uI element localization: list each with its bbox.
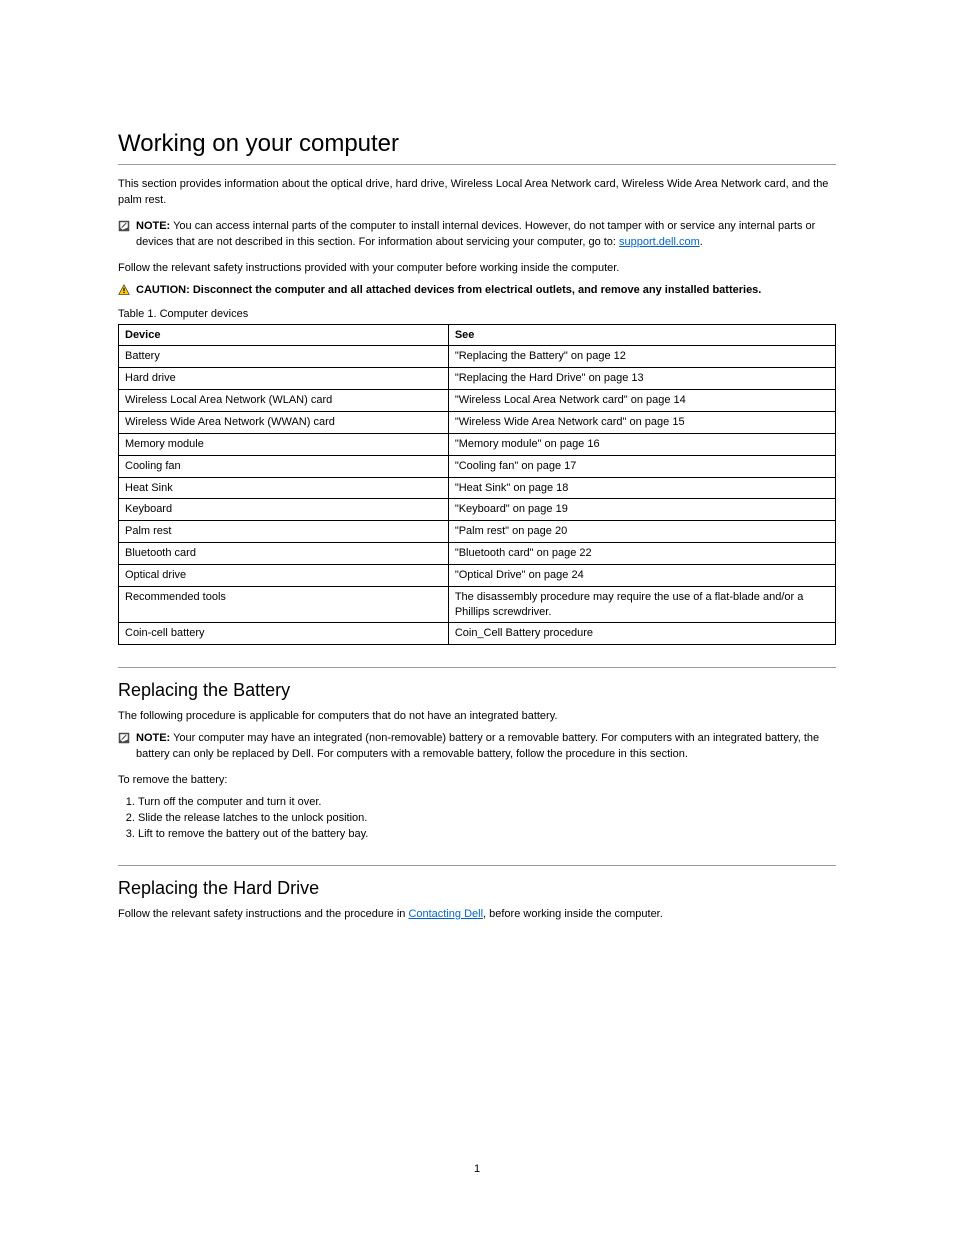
remove-battery-lead: To remove the battery: (118, 773, 836, 789)
table-caption: Table 1. Computer devices (118, 308, 836, 320)
divider (118, 865, 836, 866)
table-row: Optical drive"Optical Drive" on page 24 (119, 564, 836, 586)
battery-steps: Turn off the computer and turn it over. … (118, 795, 836, 843)
contacting-dell-link[interactable]: Contacting Dell (408, 908, 483, 920)
table-row: Coin-cell batteryCoin_Cell Battery proce… (119, 623, 836, 645)
note-body-before: You can access internal parts of the com… (136, 220, 815, 248)
safety-paragraph: Follow the relevant safety instructions … (118, 261, 836, 277)
divider (118, 667, 836, 668)
note-label: NOTE: (136, 732, 170, 744)
note-body-after: . (700, 236, 703, 248)
page-title: Working on your computer (118, 130, 836, 158)
section-replacing-hard-drive: Replacing the Hard Drive (118, 878, 836, 899)
battery-intro: The following procedure is applicable fo… (118, 709, 836, 725)
hard-drive-intro: Follow the relevant safety instructions … (118, 907, 836, 923)
col-see: See (448, 324, 835, 346)
devices-table: Device See Battery"Replacing the Battery… (118, 324, 836, 646)
divider (118, 164, 836, 165)
section-replacing-battery: Replacing the Battery (118, 680, 836, 701)
table-row: Cooling fan"Cooling fan" on page 17 (119, 455, 836, 477)
table-row: Wireless Local Area Network (WLAN) card"… (119, 390, 836, 412)
caution-1: CAUTION: Disconnect the computer and all… (118, 283, 836, 302)
table-row: Palm rest"Palm rest" on page 20 (119, 521, 836, 543)
table-row: Memory module"Memory module" on page 16 (119, 433, 836, 455)
table-row: Wireless Wide Area Network (WWAN) card"W… (119, 412, 836, 434)
table-header-row: Device See (119, 324, 836, 346)
note-icon (118, 732, 130, 744)
page-footer: 1 (0, 1163, 954, 1175)
table-row: Hard drive"Replacing the Hard Drive" on … (119, 368, 836, 390)
note-1: NOTE: You can access internal parts of t… (118, 219, 836, 251)
table-row: Battery"Replacing the Battery" on page 1… (119, 346, 836, 368)
note-body: Your computer may have an integrated (no… (136, 732, 819, 760)
caution-body: Disconnect the computer and all attached… (193, 284, 762, 296)
intro-paragraph: This section provides information about … (118, 177, 836, 209)
note-label: NOTE: (136, 220, 170, 232)
caution-icon (118, 284, 130, 296)
list-item: Slide the release latches to the unlock … (138, 811, 836, 827)
note-2: NOTE: Your computer may have an integrat… (118, 731, 836, 763)
table-row: Recommended toolsThe disassembly procedu… (119, 586, 836, 623)
note-icon (118, 220, 130, 232)
list-item: Lift to remove the battery out of the ba… (138, 827, 836, 843)
table-row: Keyboard"Keyboard" on page 19 (119, 499, 836, 521)
list-item: Turn off the computer and turn it over. (138, 795, 836, 811)
support-link[interactable]: support.dell.com (619, 236, 700, 248)
col-device: Device (119, 324, 449, 346)
table-row: Bluetooth card"Bluetooth card" on page 2… (119, 543, 836, 565)
caution-label: CAUTION: (136, 284, 190, 296)
table-row: Heat Sink"Heat Sink" on page 18 (119, 477, 836, 499)
